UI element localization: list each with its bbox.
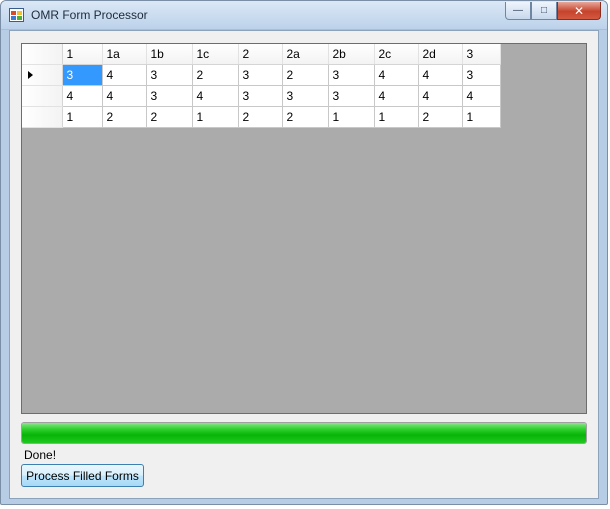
table-cell[interactable]: 3 — [328, 64, 375, 86]
column-header[interactable]: 1c — [192, 44, 239, 65]
status-label: Done! — [24, 448, 57, 462]
title-bar[interactable]: OMR Form Processor — □ ✕ — [1, 1, 607, 30]
maximize-button[interactable]: □ — [531, 2, 557, 20]
results-data-grid[interactable]: 1 1a 1b 1c 2 2a 2b 2c 2d 3 3 4 3 2 3 2 3… — [21, 43, 587, 414]
table-cell[interactable]: 3 — [146, 64, 193, 86]
table-cell[interactable]: 2 — [146, 106, 193, 128]
table-cell[interactable]: 3 — [146, 85, 193, 107]
table-cell[interactable]: 3 — [462, 64, 501, 86]
column-header[interactable]: 2 — [238, 44, 283, 65]
table-row: 4 4 3 4 3 3 3 4 4 4 — [22, 85, 501, 107]
app-window: OMR Form Processor — □ ✕ 1 1a 1b 1c 2 2a… — [0, 0, 608, 505]
form-client-area: 1 1a 1b 1c 2 2a 2b 2c 2d 3 3 4 3 2 3 2 3… — [9, 30, 599, 499]
table-cell[interactable]: 4 — [102, 64, 147, 86]
table-cell[interactable]: 2 — [102, 106, 147, 128]
table-cell[interactable]: 4 — [418, 64, 463, 86]
top-left-header-cell[interactable] — [22, 44, 63, 65]
table-cell[interactable]: 1 — [328, 106, 375, 128]
table-cell[interactable]: 4 — [418, 85, 463, 107]
table-cell[interactable]: 4 — [102, 85, 147, 107]
table-cell[interactable]: 1 — [192, 106, 239, 128]
column-header[interactable]: 2d — [418, 44, 463, 65]
maximize-icon: □ — [540, 5, 548, 16]
minimize-icon: — — [513, 5, 523, 16]
progress-bar — [21, 422, 587, 444]
table-cell[interactable]: 2 — [238, 106, 283, 128]
current-row-arrow-icon — [28, 70, 33, 79]
minimize-button[interactable]: — — [505, 2, 531, 20]
table-row: 3 4 3 2 3 2 3 4 4 3 — [22, 64, 501, 86]
table-row: 1 2 2 1 2 2 1 1 2 1 — [22, 106, 501, 128]
table-cell[interactable]: 3 — [238, 85, 283, 107]
table-cell[interactable]: 4 — [374, 64, 419, 86]
table-cell[interactable]: 4 — [62, 85, 103, 107]
close-icon: ✕ — [573, 3, 585, 18]
column-header-row: 1 1a 1b 1c 2 2a 2b 2c 2d 3 — [22, 44, 501, 65]
column-header[interactable]: 2b — [328, 44, 375, 65]
column-header[interactable]: 2a — [282, 44, 329, 65]
table-cell[interactable]: 4 — [374, 85, 419, 107]
table-cell[interactable]: 2 — [282, 64, 329, 86]
process-filled-forms-button[interactable]: Process Filled Forms — [21, 464, 144, 487]
progress-bar-fill — [22, 423, 586, 443]
table-cell[interactable]: 1 — [62, 106, 103, 128]
caption-buttons: — □ ✕ — [505, 2, 601, 22]
table-cell[interactable]: 4 — [192, 85, 239, 107]
row-header[interactable] — [22, 64, 63, 86]
column-header[interactable]: 3 — [462, 44, 501, 65]
table-cell[interactable]: 1 — [374, 106, 419, 128]
app-icon — [9, 8, 24, 22]
table-cell[interactable]: 2 — [282, 106, 329, 128]
table-cell[interactable]: 2 — [192, 64, 239, 86]
column-header[interactable]: 1a — [102, 44, 147, 65]
window-title: OMR Form Processor — [31, 8, 148, 22]
row-header[interactable] — [22, 106, 63, 128]
column-header[interactable]: 1 — [62, 44, 103, 65]
column-header[interactable]: 1b — [146, 44, 193, 65]
table-cell[interactable]: 3 — [238, 64, 283, 86]
table-cell[interactable]: 3 — [282, 85, 329, 107]
table-cell[interactable]: 3 — [62, 64, 103, 86]
column-header[interactable]: 2c — [374, 44, 419, 65]
table-cell[interactable]: 3 — [328, 85, 375, 107]
table-cell[interactable]: 2 — [418, 106, 463, 128]
row-header[interactable] — [22, 85, 63, 107]
table-cell[interactable]: 4 — [462, 85, 501, 107]
results-table: 1 1a 1b 1c 2 2a 2b 2c 2d 3 3 4 3 2 3 2 3… — [22, 44, 501, 128]
table-cell[interactable]: 1 — [462, 106, 501, 128]
close-button[interactable]: ✕ — [557, 2, 601, 20]
